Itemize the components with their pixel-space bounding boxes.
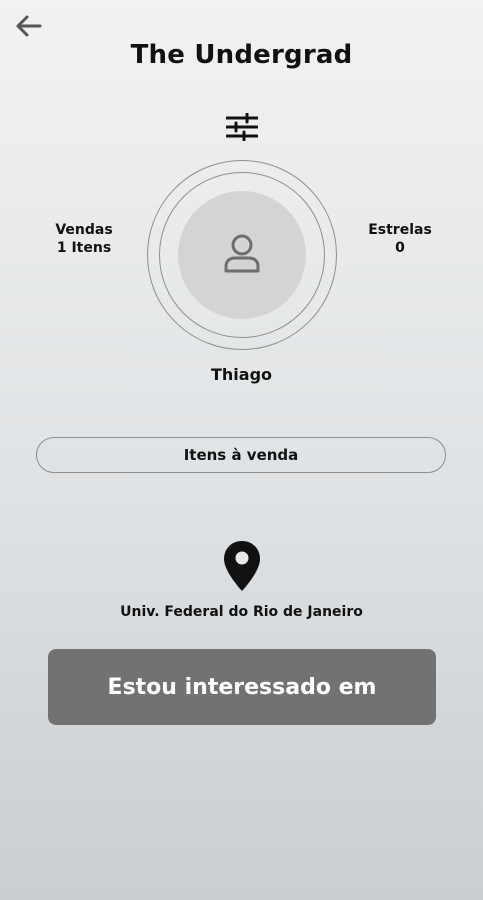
sales-stat: Vendas 1 Itens — [44, 221, 124, 257]
user-icon — [222, 232, 262, 278]
avatar-container — [147, 160, 337, 350]
sales-label: Vendas — [55, 222, 113, 238]
page-title: The Undergrad — [130, 40, 353, 70]
interested-button[interactable]: Estou interessado em — [48, 649, 436, 725]
filters-button[interactable] — [224, 112, 260, 146]
location-text: Univ. Federal do Rio de Janeiro — [120, 604, 363, 620]
items-for-sale-button[interactable]: Itens à venda — [36, 437, 446, 473]
avatar[interactable] — [178, 191, 306, 319]
stars-value: 0 — [395, 240, 405, 256]
sliders-icon — [225, 112, 259, 145]
sales-value: 1 Itens — [56, 240, 112, 256]
stars-stat: Estrelas 0 — [360, 221, 440, 257]
arrow-left-icon — [13, 14, 43, 42]
stars-label: Estrelas — [368, 222, 432, 238]
map-pin-icon — [219, 538, 265, 594]
profile-name: Thiago — [210, 365, 273, 384]
